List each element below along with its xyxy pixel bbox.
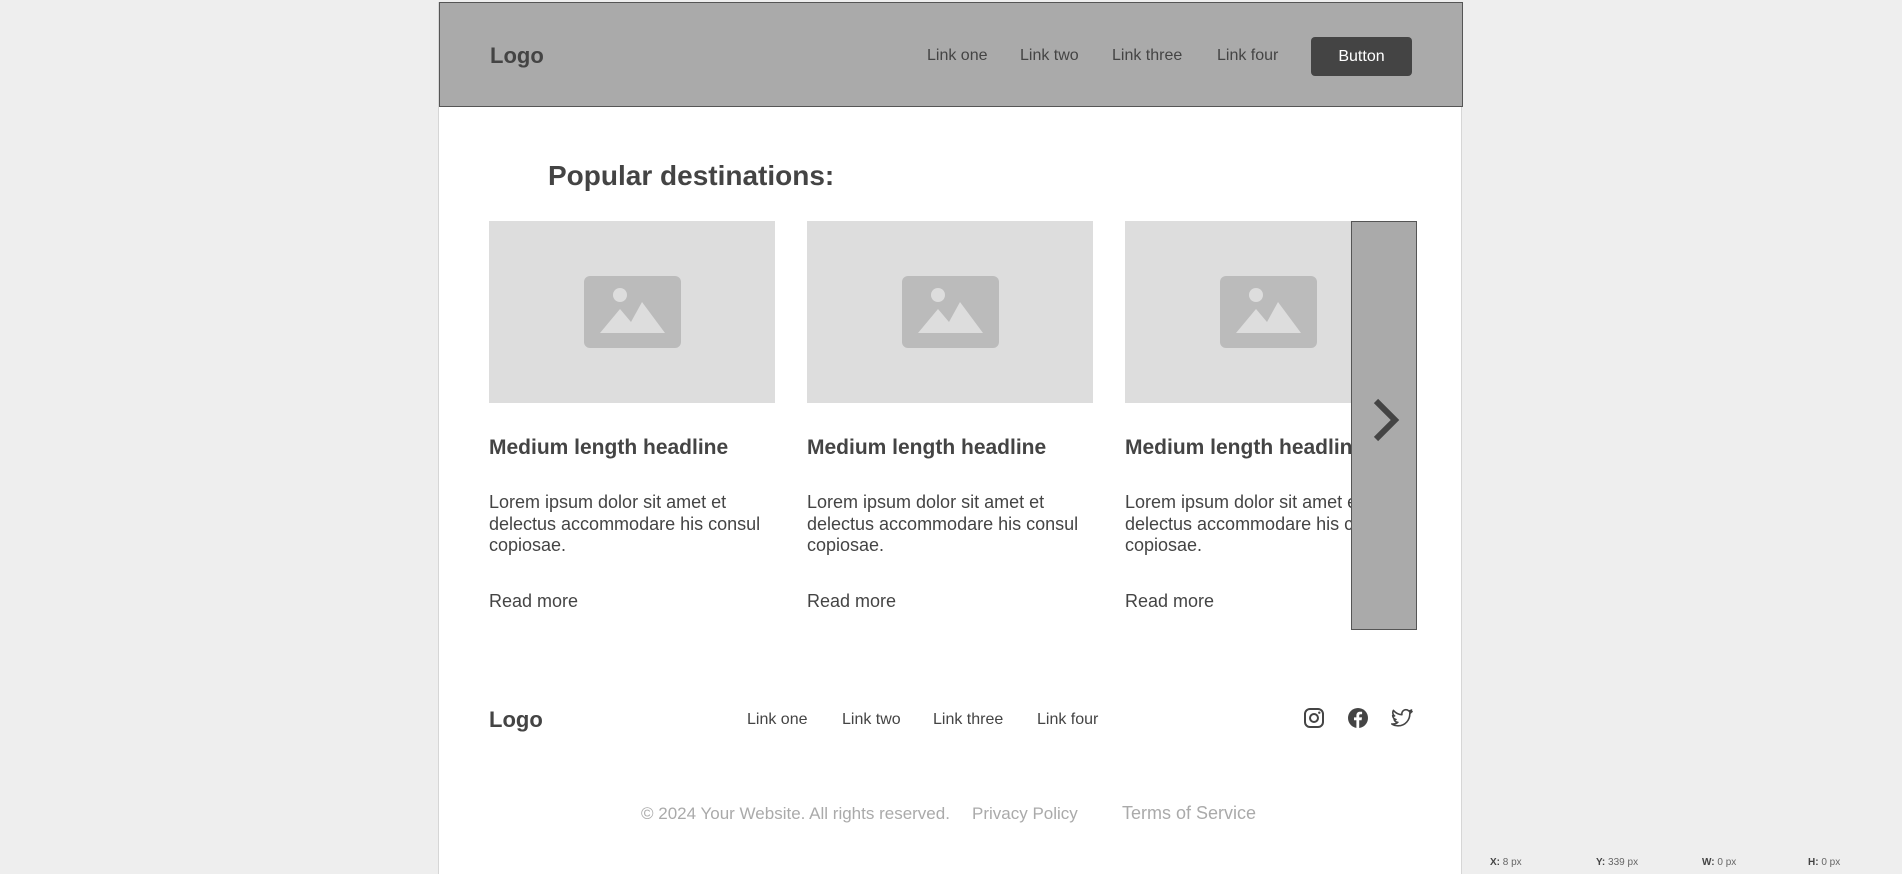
status-x: X: 8 px [1490,857,1522,868]
card-image-placeholder [489,221,775,403]
card-headline: Medium length headline [489,436,729,459]
status-w: W: 0 px [1702,857,1737,868]
card-headline: Medium length headline [807,436,1047,459]
card-body: Lorem ipsum dolor sit amet et delectus a… [807,492,1079,555]
twitter-icon[interactable] [1391,707,1413,729]
image-icon [1220,276,1317,348]
status-bar: X: 8 px Y: 339 px W: 0 px H: 0 px [1486,852,1902,874]
terms-of-service-link[interactable]: Terms of Service [1122,803,1256,824]
read-more-link[interactable]: Read more [807,591,896,612]
read-more-link[interactable]: Read more [489,591,578,612]
card-body: Lorem ipsum dolor sit amet et delectus a… [489,492,761,555]
footer-link-one[interactable]: Link one [747,711,808,729]
footer-link-three[interactable]: Link three [933,711,1003,729]
page-frame: Logo Link one Link two Link three Link f… [438,2,1463,874]
copyright-text: © 2024 Your Website. All rights reserved… [641,804,950,823]
carousel-next-button[interactable] [1351,221,1417,630]
footer-logo[interactable]: Logo [489,707,543,733]
privacy-policy-link[interactable]: Privacy Policy [972,804,1078,824]
image-icon [584,276,681,348]
card-headline: Medium length headline [1125,436,1365,459]
status-h: H: 0 px [1808,857,1841,868]
footer-link-four[interactable]: Link four [1037,711,1098,729]
read-more-link[interactable]: Read more [1125,591,1214,612]
carousel-track: Medium length headline Lorem ipsum dolor… [439,2,1463,642]
status-y: Y: 339 px [1596,857,1639,868]
image-icon [902,276,999,348]
facebook-icon[interactable] [1347,707,1369,729]
card-image-placeholder [807,221,1093,403]
chevron-right-icon [1373,398,1400,442]
instagram-icon[interactable] [1303,707,1325,729]
footer-link-two[interactable]: Link two [842,711,901,729]
